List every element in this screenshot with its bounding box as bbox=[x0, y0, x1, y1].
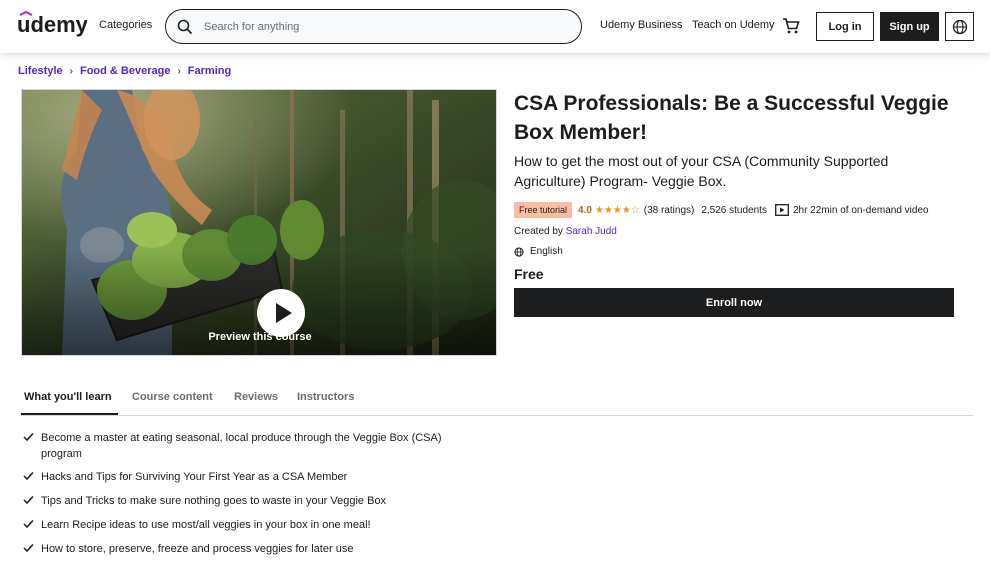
enroll-now-button[interactable]: Enroll now bbox=[514, 288, 954, 317]
search-input[interactable] bbox=[204, 18, 564, 36]
language-label: English bbox=[530, 246, 563, 257]
created-by: Created by Sarah Judd bbox=[514, 226, 617, 237]
udemy-business-link[interactable]: Udemy Business bbox=[600, 19, 683, 31]
globe-icon bbox=[514, 246, 524, 257]
signup-button[interactable]: Sign up bbox=[880, 12, 939, 41]
course-tabs: What you'll learn Course content Reviews… bbox=[21, 388, 973, 416]
tab-instructors[interactable]: Instructors bbox=[297, 391, 354, 403]
active-tab-indicator bbox=[21, 413, 118, 415]
learn-item-text: Learn Recipe ideas to use most/all veggi… bbox=[41, 519, 371, 531]
top-header: udemy Categories Udemy Business Teach on… bbox=[0, 0, 990, 53]
play-button[interactable] bbox=[257, 289, 305, 337]
learn-item: How to store, preserve, freeze and proce… bbox=[21, 541, 451, 557]
play-icon bbox=[276, 303, 292, 323]
course-price: Free bbox=[514, 266, 544, 282]
search-bar[interactable] bbox=[165, 9, 582, 44]
check-icon bbox=[23, 432, 34, 442]
breadcrumb: Lifestyle › Food & Beverage › Farming bbox=[18, 65, 231, 77]
tab-reviews[interactable]: Reviews bbox=[234, 391, 278, 403]
course-title: CSA Professionals: Be a Successful Veggi… bbox=[514, 92, 949, 144]
language-button[interactable] bbox=[945, 12, 974, 41]
teach-on-udemy-link[interactable]: Teach on Udemy bbox=[692, 19, 775, 31]
breadcrumb-food-beverage[interactable]: Food & Beverage bbox=[80, 65, 170, 77]
check-icon bbox=[23, 495, 34, 505]
learn-item-text: How to store, preserve, freeze and proce… bbox=[41, 543, 354, 555]
svg-text:udemy: udemy bbox=[17, 12, 87, 37]
learn-item-text: Hacks and Tips for Surviving Your First … bbox=[41, 471, 348, 483]
breadcrumb-lifestyle[interactable]: Lifestyle bbox=[18, 65, 63, 77]
free-tutorial-badge: Free tutorial bbox=[514, 202, 573, 218]
video-icon bbox=[775, 204, 789, 216]
learn-item: Tips and Tricks to make sure nothing goe… bbox=[21, 493, 451, 509]
check-icon bbox=[23, 471, 34, 481]
rating-stars: ★★★★☆ bbox=[594, 204, 640, 216]
chevron-right-icon: › bbox=[177, 65, 181, 77]
tab-course-content[interactable]: Course content bbox=[132, 391, 213, 403]
learn-item-text: Tips and Tricks to make sure nothing goe… bbox=[41, 495, 387, 507]
tab-what-youll-learn[interactable]: What you'll learn bbox=[24, 391, 112, 403]
learn-item: Become a master at eating seasonal, loca… bbox=[21, 430, 451, 462]
learn-list: Become a master at eating seasonal, loca… bbox=[21, 430, 451, 557]
chevron-right-icon: › bbox=[69, 65, 73, 77]
learn-item: Learn Recipe ideas to use most/all veggi… bbox=[21, 517, 451, 533]
created-by-label: Created by bbox=[514, 226, 563, 237]
udemy-logo[interactable]: udemy bbox=[17, 11, 87, 39]
breadcrumb-farming[interactable]: Farming bbox=[188, 65, 231, 77]
course-subtitle: How to get the most out of your CSA (Com… bbox=[514, 153, 889, 189]
categories-link[interactable]: Categories bbox=[99, 19, 152, 31]
course-language: English bbox=[514, 246, 563, 257]
students-count: 2,526 students bbox=[701, 204, 767, 216]
ratings-count[interactable]: (38 ratings) bbox=[644, 205, 695, 216]
learn-item: Hacks and Tips for Surviving Your First … bbox=[21, 469, 451, 485]
rating-value: 4.0 bbox=[578, 204, 592, 216]
login-button[interactable]: Log in bbox=[816, 12, 874, 41]
learn-item-text: Become a master at eating seasonal, loca… bbox=[41, 432, 442, 460]
course-preview[interactable]: Preview this course bbox=[21, 89, 497, 356]
preview-label[interactable]: Preview this course bbox=[22, 331, 496, 343]
video-duration: 2hr 22min of on-demand video bbox=[792, 204, 929, 216]
course-meta: Free tutorial 4.0 ★★★★☆ (38 ratings) 2,5… bbox=[514, 202, 929, 218]
author-link[interactable]: Sarah Judd bbox=[566, 226, 617, 237]
check-icon bbox=[23, 543, 34, 553]
globe-icon bbox=[952, 19, 968, 35]
check-icon bbox=[23, 519, 34, 529]
cart-icon[interactable] bbox=[782, 17, 800, 35]
search-icon[interactable] bbox=[177, 19, 193, 35]
